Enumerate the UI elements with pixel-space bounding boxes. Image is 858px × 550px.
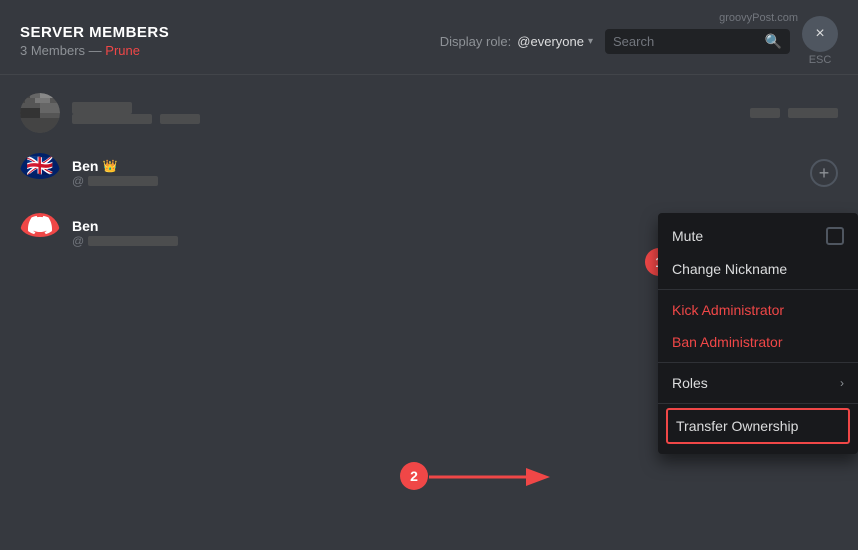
role-blur (160, 114, 200, 124)
header-left: SERVER MEMBERS 3 Members — Prune (20, 24, 169, 58)
member-info: Ben 👑 @ (72, 158, 798, 188)
avatar-pixelated (20, 93, 60, 133)
menu-item-change-nickname[interactable]: Change Nickname (658, 253, 858, 285)
avatar (20, 213, 60, 253)
table-row (0, 83, 858, 143)
member-actions: + (798, 159, 838, 187)
avatar: 🇬🇧 (20, 153, 60, 193)
discord-avatar (20, 213, 60, 237)
uk-flag-avatar: 🇬🇧 (20, 153, 60, 179)
role-tag-blur-2 (788, 108, 838, 118)
member-count: 3 Members — Prune (20, 43, 169, 58)
role-area (750, 108, 838, 118)
menu-item-ban[interactable]: Ban Administrator (658, 326, 858, 358)
at-symbol: @ (72, 234, 84, 248)
search-icon: 🔍 (765, 33, 782, 50)
roles-label: Roles (672, 375, 708, 391)
search-input[interactable] (613, 34, 759, 49)
change-nickname-label: Change Nickname (672, 261, 787, 277)
menu-divider-2 (658, 362, 858, 363)
search-bar: 🔍 (605, 29, 790, 54)
context-menu: Mute Change Nickname Kick Administrator … (658, 213, 858, 454)
server-members-modal: groovyPost.com SERVER MEMBERS 3 Members … (0, 0, 858, 550)
chevron-down-icon: ▾ (588, 36, 593, 47)
kick-label: Kick Administrator (672, 302, 784, 318)
role-selector[interactable]: @everyone ▾ (517, 34, 593, 49)
username-blur (88, 236, 178, 246)
close-icon: × (815, 25, 824, 43)
close-container: × ESC (802, 16, 838, 66)
member-username (72, 114, 730, 124)
mute-label: Mute (672, 228, 703, 244)
role-tag-blur (750, 108, 780, 118)
username-blur (88, 176, 158, 186)
modal-title: SERVER MEMBERS (20, 24, 169, 41)
crown-icon: 👑 (102, 159, 117, 173)
menu-item-kick[interactable]: Kick Administrator (658, 294, 858, 326)
esc-label: ESC (809, 54, 832, 66)
avatar (20, 93, 60, 133)
chevron-right-icon: › (840, 376, 844, 390)
menu-item-mute[interactable]: Mute (658, 219, 858, 253)
add-role-button[interactable]: + (810, 159, 838, 187)
transfer-ownership-label: Transfer Ownership (676, 418, 798, 434)
menu-item-transfer-ownership[interactable]: Transfer Ownership (666, 408, 850, 444)
member-name-text: Ben (72, 158, 98, 174)
at-symbol: @ (72, 174, 84, 188)
member-info (72, 102, 730, 124)
mute-checkbox[interactable] (826, 227, 844, 245)
ban-label: Ban Administrator (672, 334, 783, 350)
menu-divider (658, 289, 858, 290)
watermark: groovyPost.com (719, 12, 798, 24)
table-row: 🇬🇧 Ben 👑 @ + (0, 143, 858, 203)
member-username: @ (72, 174, 798, 188)
name-blur (72, 102, 132, 114)
username-blur (72, 114, 152, 124)
member-name (72, 102, 730, 114)
table-row: Ben @ + ⋮ Mute Change Ni (0, 203, 858, 263)
menu-divider-3 (658, 403, 858, 404)
member-name-text: Ben (72, 218, 98, 234)
menu-item-roles[interactable]: Roles › (658, 367, 858, 399)
discord-logo-icon (28, 213, 52, 237)
display-role-label: Display role: (440, 34, 512, 49)
role-value: @everyone (517, 34, 584, 49)
close-button[interactable]: × (802, 16, 838, 52)
prune-link[interactable]: Prune (105, 43, 140, 58)
display-role-label-area: Display role: @everyone ▾ (440, 34, 593, 49)
member-name: Ben 👑 (72, 158, 798, 174)
modal-body: 🇬🇧 Ben 👑 @ + (0, 75, 858, 550)
